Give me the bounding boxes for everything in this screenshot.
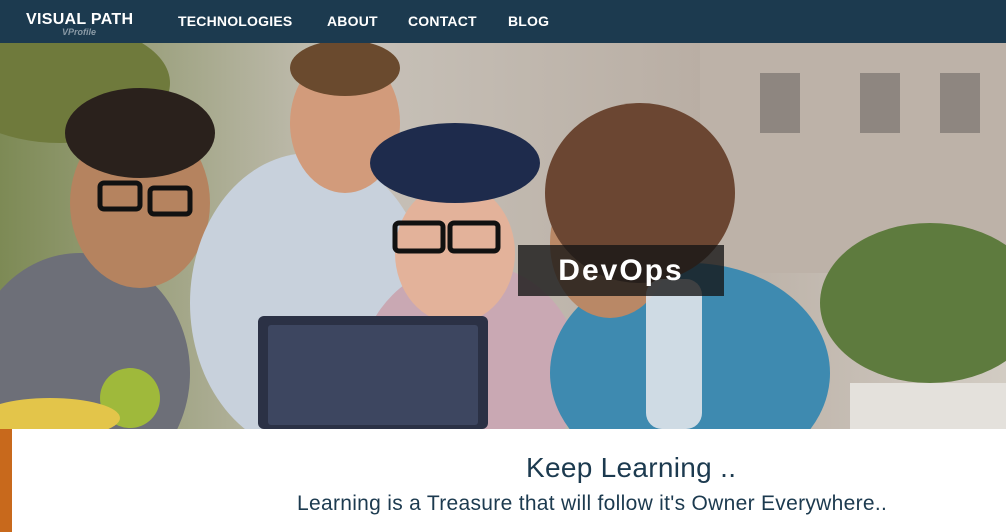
top-navbar: VISUAL PATH VProfile TECHNOLOGIES ABOUT … — [0, 0, 1006, 43]
section-heading: Keep Learning .. — [526, 452, 737, 483]
nav-link-blog[interactable]: BLOG — [508, 13, 549, 29]
nav-link-about[interactable]: ABOUT — [327, 13, 378, 29]
hero-banner: DevOps — [0, 43, 1006, 429]
section-tagline: Learning is a Treasure that will follow … — [297, 492, 888, 515]
brand-subtitle: VProfile — [62, 27, 97, 37]
nav-link-technologies[interactable]: TECHNOLOGIES — [178, 13, 292, 29]
content-section: Keep Learning .. Learning is a Treasure … — [0, 429, 1006, 532]
accent-bar — [0, 429, 12, 532]
hero-caption-box: DevOps — [518, 245, 724, 296]
nav-link-contact[interactable]: CONTACT — [408, 13, 477, 29]
hero-photo — [0, 43, 1006, 429]
hero-caption: DevOps — [558, 253, 684, 287]
